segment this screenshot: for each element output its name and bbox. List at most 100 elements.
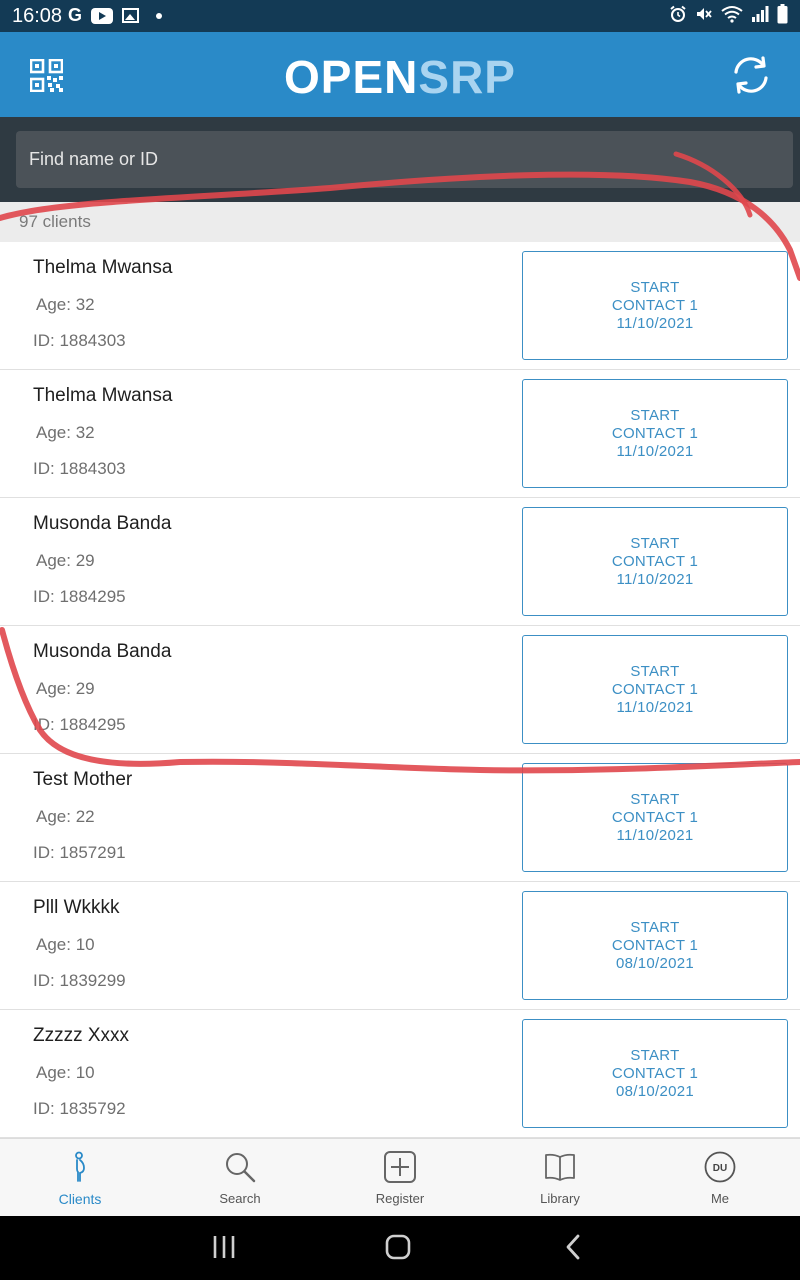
contact-button-line2: CONTACT 1 [611,552,699,570]
status-time: 16:08 [12,5,63,27]
client-name: Zzzzz Xxxx [33,1025,130,1046]
contact-button-line1: START [630,662,680,680]
search-bar [0,117,800,202]
client-count: 97 clients [0,202,800,242]
client-age: Age: 32 [36,423,95,442]
nav-item-me[interactable]: DU Me [640,1139,800,1217]
contact-button-line2: CONTACT 1 [611,424,699,442]
client-row[interactable]: Musonda Banda Age: 29 ID: 1884295 START … [0,626,800,754]
google-icon: G [68,5,83,25]
contact-button-line2: CONTACT 1 [611,808,699,826]
contact-button-date: 11/10/2021 [616,826,694,844]
sync-icon[interactable] [730,54,772,96]
signal-icon [752,6,769,22]
plus-box-icon [384,1151,416,1183]
nav-label: Library [540,1191,580,1206]
back-icon[interactable] [564,1234,582,1260]
avatar-icon: DU [704,1151,736,1183]
client-row[interactable]: Thelma Mwansa Age: 32 ID: 1884303 START … [0,370,800,498]
nav-item-register[interactable]: Register [320,1139,480,1217]
status-system-icons [669,4,788,24]
client-name: Plll Wkkkk [33,897,120,918]
client-age: Age: 29 [36,679,95,698]
client-id: ID: 1839299 [33,971,126,990]
client-row[interactable]: Test Mother Age: 22 ID: 1857291 START CO… [0,754,800,882]
alarm-icon [670,5,686,22]
client-age: Age: 10 [36,935,95,954]
client-age: Age: 22 [36,807,95,826]
battery-icon [777,4,788,24]
home-icon[interactable] [385,1234,411,1260]
search-box[interactable] [16,131,793,188]
gallery-icon [122,8,140,23]
contact-button-line1: START [630,1046,680,1064]
client-age: Age: 10 [36,1063,95,1082]
client-id: ID: 1835792 [33,1099,126,1118]
client-name: Musonda Banda [33,641,172,662]
start-contact-button[interactable]: START CONTACT 1 11/10/2021 [522,763,788,872]
status-bar: 16:08 G [0,0,800,32]
contact-button-line2: CONTACT 1 [611,680,699,698]
book-icon [545,1153,575,1181]
app-title-part2: SRP [418,51,516,103]
client-list[interactable]: Thelma Mwansa Age: 32 ID: 1884303 START … [0,242,800,1138]
contact-button-line1: START [630,534,680,552]
client-age: Age: 29 [36,551,95,570]
avatar-initials: DU [713,1163,727,1174]
nav-item-library[interactable]: Library [480,1139,640,1217]
wifi-icon [721,6,743,23]
client-row[interactable]: Musonda Banda Age: 29 ID: 1884295 START … [0,498,800,626]
start-contact-button[interactable]: START CONTACT 1 11/10/2021 [522,635,788,744]
status-notification-icons: G [68,5,163,26]
nav-item-clients[interactable]: Clients [0,1139,160,1217]
client-id: ID: 1884303 [33,459,126,478]
contact-button-date: 11/10/2021 [616,570,694,588]
more-notifications-dot-icon [156,12,163,19]
recent-apps-icon[interactable] [212,1234,236,1260]
app-bar: OPENSRP [0,32,800,117]
contact-button-line1: START [630,918,680,936]
client-name: Musonda Banda [33,513,172,534]
nav-label: Search [219,1191,261,1206]
client-id: ID: 1884295 [33,715,126,734]
contact-button-date: 11/10/2021 [616,314,694,332]
mute-icon [697,8,712,20]
client-name: Test Mother [33,769,133,790]
bottom-navigation: Clients Search Register Library DU Me [0,1138,800,1216]
search-icon [226,1153,256,1183]
client-row[interactable]: Zzzzz Xxxx Age: 10 ID: 1835792 START CON… [0,1010,800,1138]
contact-button-line1: START [630,790,680,808]
start-contact-button[interactable]: START CONTACT 1 11/10/2021 [522,507,788,616]
nav-item-search[interactable]: Search [160,1139,320,1217]
client-id: ID: 1857291 [33,843,126,862]
nav-label: Register [375,1191,425,1206]
client-row[interactable]: Thelma Mwansa Age: 32 ID: 1884303 START … [0,242,800,370]
client-id: ID: 1884295 [33,587,126,606]
contact-button-line2: CONTACT 1 [611,296,699,314]
start-contact-button[interactable]: START CONTACT 1 11/10/2021 [522,251,788,360]
app-title: OPENSRP [0,50,800,104]
pregnant-woman-icon [75,1151,85,1182]
client-row[interactable]: Plll Wkkkk Age: 10 ID: 1839299 START CON… [0,882,800,1010]
start-contact-button[interactable]: START CONTACT 1 08/10/2021 [522,1019,788,1128]
nav-label: Clients [58,1191,102,1207]
app-title-part1: OPEN [284,51,419,103]
contact-button-line2: CONTACT 1 [611,1064,699,1082]
search-input[interactable] [16,131,793,188]
nav-label: Me [710,1191,730,1206]
contact-button-line1: START [630,406,680,424]
contact-button-line1: START [630,278,680,296]
contact-button-line2: CONTACT 1 [611,936,699,954]
client-age: Age: 32 [36,295,95,314]
system-navigation-bar [0,1216,800,1280]
contact-button-date: 08/10/2021 [615,954,695,972]
client-name: Thelma Mwansa [33,257,173,278]
start-contact-button[interactable]: START CONTACT 1 11/10/2021 [522,379,788,488]
contact-button-date: 11/10/2021 [616,442,694,460]
client-name: Thelma Mwansa [33,385,173,406]
start-contact-button[interactable]: START CONTACT 1 08/10/2021 [522,891,788,1000]
youtube-icon [91,7,114,24]
client-id: ID: 1884303 [33,331,126,350]
contact-button-date: 08/10/2021 [615,1082,695,1100]
contact-button-date: 11/10/2021 [616,698,694,716]
